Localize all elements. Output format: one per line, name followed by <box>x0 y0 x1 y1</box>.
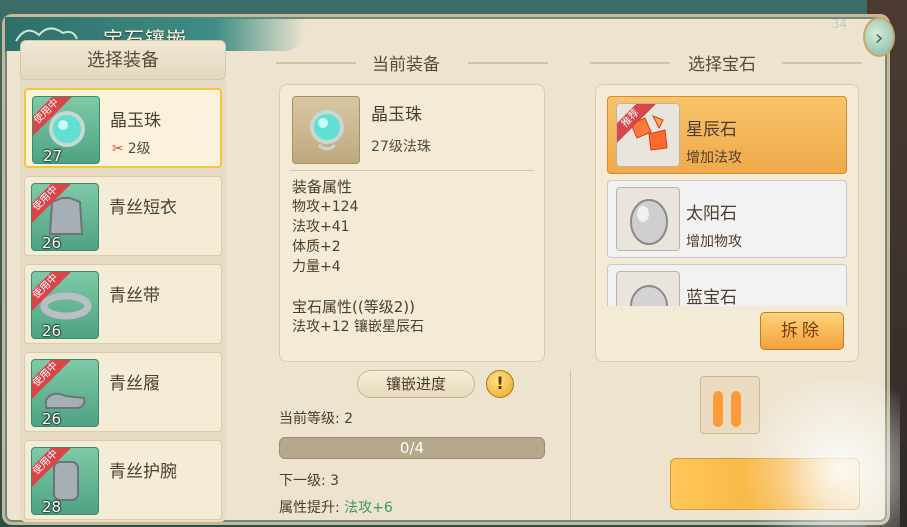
current-equipment-name: 晶玉珠 <box>371 105 422 125</box>
belt-icon: 使用中 26 <box>31 271 99 339</box>
jade-orb-icon <box>292 96 360 164</box>
equipment-item[interactable]: 使用中 28 青丝护腕 <box>24 440 222 520</box>
equip-attr-title: 装备属性 <box>292 178 353 196</box>
item-name: 青丝履 <box>109 374 160 394</box>
column-divider <box>570 370 571 520</box>
divider <box>290 170 534 171</box>
gem-name: 太阳石 <box>686 204 737 224</box>
item-name: 青丝带 <box>109 286 160 306</box>
progress-bar: 0/4 <box>279 437 545 459</box>
attr-up-row: 属性提升: 法攻+6 <box>279 497 393 517</box>
equip-attr: 法攻+41 <box>292 219 350 235</box>
gem-item[interactable]: 推荐 星辰石 增加法攻 <box>607 96 847 174</box>
star-stone-icon: 推荐 <box>616 103 680 167</box>
glow-overlay <box>700 380 900 527</box>
header-line <box>276 62 356 64</box>
item-level: 26 <box>42 234 62 251</box>
inlay-progress-tab[interactable]: 镶嵌进度 <box>357 370 475 398</box>
header-line <box>782 62 862 64</box>
equipment-list-header: 选择装备 <box>20 40 226 80</box>
item-level: 28 <box>42 498 62 515</box>
equipment-item[interactable]: 使用中 26 青丝短衣 <box>24 176 222 256</box>
warning-icon[interactable]: ! <box>486 370 514 398</box>
select-gem-header: 选择宝石 <box>688 55 756 75</box>
jade-orb-icon: 使用中 27 <box>32 96 100 164</box>
item-name: 晶玉珠 <box>110 111 161 131</box>
equip-attr: 力量+4 <box>292 259 341 275</box>
sun-stone-icon <box>616 187 680 251</box>
item-gem-level-text: 2级 <box>127 141 151 157</box>
equipment-item[interactable]: 使用中 26 青丝带 <box>24 264 222 344</box>
equip-attr: 物攻+124 <box>292 199 359 215</box>
next-level-label: 下一级: 3 <box>279 473 340 489</box>
gem-item[interactable]: 太阳石 增加物攻 <box>607 180 847 258</box>
attr-up-value: 法攻+6 <box>344 500 393 516</box>
gem-name: 蓝宝石 <box>686 288 737 306</box>
boots-icon: 使用中 26 <box>31 359 99 427</box>
current-level-label: 当前等级: 2 <box>279 411 354 427</box>
item-level: 26 <box>42 410 62 427</box>
gem-attr: 法攻+12 镶嵌星辰石 <box>292 319 424 335</box>
gem-attr-title: 宝石属性((等级2)) <box>292 298 415 316</box>
item-name: 青丝短衣 <box>109 198 177 218</box>
close-button[interactable]: › <box>863 17 895 57</box>
header-line <box>590 62 670 64</box>
item-level: 26 <box>42 322 62 339</box>
corner-tag: 34 <box>831 17 847 31</box>
bracer-icon: 使用中 28 <box>31 447 99 515</box>
chevron-right-icon: › <box>874 26 884 51</box>
progress-bar-text: 0/4 <box>399 439 425 457</box>
current-equipment-header: 当前装备 <box>372 55 440 75</box>
gem-name: 星辰石 <box>686 120 737 140</box>
gem-item[interactable]: 蓝宝石 <box>607 264 847 306</box>
armor-icon: 使用中 26 <box>31 183 99 251</box>
current-equipment-type: 27级法珠 <box>371 139 431 155</box>
equip-attr: 体质+2 <box>292 239 341 255</box>
equipment-item[interactable]: 使用中 26 青丝履 <box>24 352 222 432</box>
header-line <box>468 62 548 64</box>
sapphire-icon <box>616 271 680 306</box>
equipment-item[interactable]: 使用中 27 晶玉珠 ✂ 2级 <box>24 88 222 168</box>
item-name: 青丝护腕 <box>109 462 177 482</box>
wrench-icon: ✂ <box>112 141 124 157</box>
item-level: 27 <box>43 147 63 164</box>
remove-button[interactable]: 拆除 <box>760 312 844 350</box>
gem-desc: 增加法攻 <box>686 150 742 166</box>
attr-up-label: 属性提升: <box>279 500 345 516</box>
item-gem-level: ✂ 2级 <box>112 138 151 158</box>
gem-desc: 增加物攻 <box>686 234 742 250</box>
